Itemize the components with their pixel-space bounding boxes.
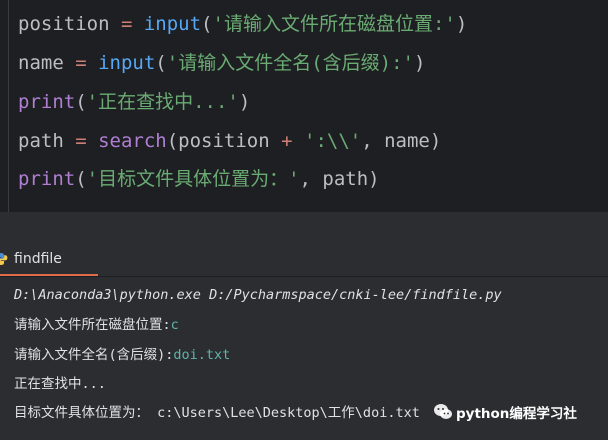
code-line-4[interactable]: path = search(position + ':\\', name)	[18, 128, 441, 154]
code-token-builtin: search	[98, 130, 167, 152]
code-token-op: =	[63, 52, 99, 74]
code-token-fn: input	[98, 52, 156, 74]
editor-gutter	[8, 0, 9, 212]
code-token-punc: )	[413, 52, 426, 74]
code-editor[interactable]: position = input('请输入文件所在磁盘位置:') name = …	[0, 0, 608, 212]
code-line-5[interactable]: print('目标文件具体位置为：', path)	[18, 166, 380, 192]
code-token-str: '请输入文件全名(含后缀):'	[166, 52, 414, 74]
code-token-fn: input	[143, 13, 202, 35]
code-token-str: '正在查找中...'	[86, 91, 239, 113]
code-token-builtin: print	[18, 91, 76, 113]
code-token-punc: )	[455, 13, 468, 35]
console-user-input: doi.txt	[173, 347, 231, 363]
python-icon	[0, 253, 8, 265]
code-token-builtin: print	[18, 168, 76, 190]
console-prompt: 请输入文件全名(含后缀):	[14, 347, 174, 363]
code-token-punc	[293, 130, 304, 152]
code-token-var: path	[18, 130, 64, 152]
code-token-op: =	[109, 13, 144, 35]
code-line-2[interactable]: name = input('请输入文件全名(含后缀):')	[18, 50, 425, 76]
code-token-punc: (	[201, 13, 213, 35]
watermark-text: python编程学习社	[456, 406, 577, 422]
console-line-prompt1: 请输入文件所在磁盘位置:c	[14, 315, 179, 335]
console-command: D:\Anaconda3\python.exe D:/Pycharmspace/…	[14, 287, 502, 303]
console-result-label: 目标文件具体位置为：	[14, 405, 149, 421]
run-tab-label: findfile	[14, 251, 62, 267]
code-token-punc: (	[75, 168, 87, 190]
active-tab-indicator	[0, 274, 98, 276]
watermark: python编程学习社	[432, 400, 577, 424]
code-token-var: position	[18, 13, 110, 35]
code-token-punc: , path)	[299, 168, 380, 190]
code-token-str: ':\\'	[304, 130, 362, 152]
console-user-input: c	[170, 317, 179, 333]
code-token-punc: )	[238, 91, 251, 113]
code-token-punc: (	[75, 91, 87, 113]
code-token-punc: (	[155, 52, 167, 74]
console-searching: 正在查找中...	[14, 376, 106, 392]
code-token-str: '请输入文件所在磁盘位置:'	[212, 13, 456, 35]
wechat-icon	[434, 404, 452, 419]
code-line-3[interactable]: print('正在查找中...')	[18, 89, 250, 115]
console-prompt: 请输入文件所在磁盘位置:	[14, 317, 171, 333]
code-token-var: name	[18, 52, 64, 74]
panel-divider	[0, 212, 608, 244]
run-tool-window-tabs: findfile	[0, 244, 608, 277]
console-result-path: c:\Users\Lee\Desktop\工作\doi.txt	[149, 405, 420, 421]
run-tab-findfile[interactable]: findfile	[0, 244, 98, 276]
code-token-op: +	[281, 130, 293, 152]
code-line-1[interactable]: position = input('请输入文件所在磁盘位置:')	[18, 11, 467, 37]
code-token-str: '目标文件具体位置为：'	[86, 168, 300, 190]
console-line-prompt2: 请输入文件全名(含后缀):doi.txt	[14, 345, 230, 365]
console-line-result: 目标文件具体位置为： c:\Users\Lee\Desktop\工作\doi.t…	[14, 403, 420, 423]
code-token-punc: , name)	[361, 130, 442, 152]
code-token-op: =	[63, 130, 99, 152]
code-token-punc: (position	[166, 130, 282, 152]
